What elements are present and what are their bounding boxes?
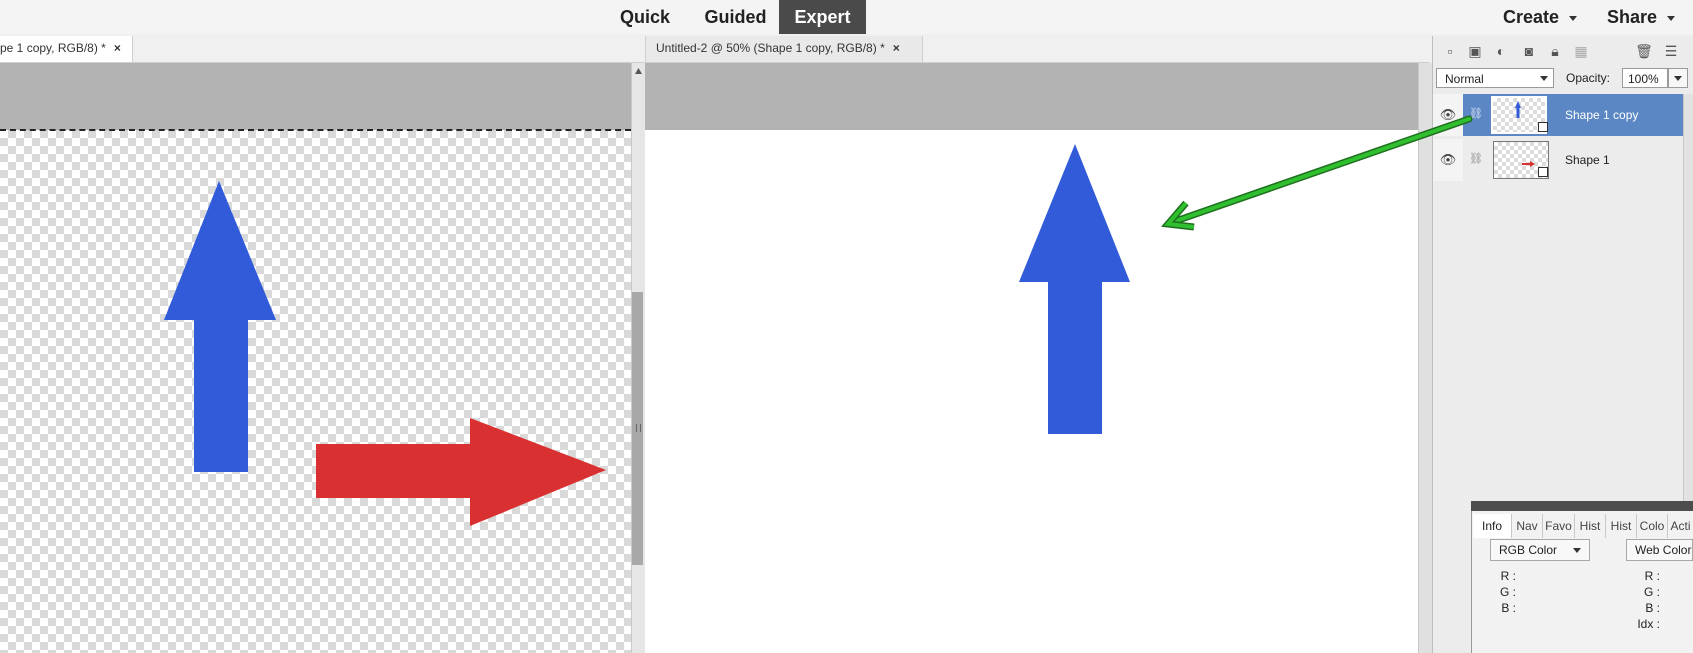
chevron-down-icon	[1540, 76, 1548, 81]
mode-guided-tab[interactable]: Guided	[693, 0, 778, 34]
close-icon[interactable]: ×	[893, 41, 900, 55]
document-tab-2[interactable]: Untitled-2 @ 50% (Shape 1 copy, RGB/8) *…	[645, 36, 923, 62]
share-menu[interactable]: Share	[1607, 0, 1676, 34]
tab-histogram[interactable]: Hist	[1575, 514, 1606, 538]
info-web-b-label: B :	[1645, 601, 1660, 615]
opacity-label: Opacity:	[1566, 71, 1611, 85]
chevron-down-icon	[1674, 76, 1682, 81]
blend-mode-select[interactable]: Normal	[1436, 68, 1554, 88]
split-grip-icon[interactable]	[636, 424, 641, 432]
tab-color[interactable]: Colo	[1637, 514, 1668, 538]
info-web-r-label: R :	[1644, 569, 1660, 583]
info-web-idx-label: Idx :	[1637, 617, 1660, 631]
new-group-icon[interactable]: ▣	[1466, 42, 1484, 60]
document-tab-2-title: Untitled-2 @ 50% (Shape 1 copy, RGB/8) *	[656, 41, 885, 55]
document-tab-1[interactable]: pe 1 copy, RGB/8) * ×	[0, 36, 133, 62]
chevron-down-icon	[1573, 548, 1581, 553]
document-tab-1-title: pe 1 copy, RGB/8) *	[0, 41, 106, 55]
create-label: Create	[1503, 7, 1560, 27]
layer-name[interactable]: Shape 1 copy	[1565, 94, 1638, 136]
info-panel-header[interactable]	[1471, 501, 1693, 511]
document-1-artwork	[164, 181, 606, 526]
chevron-down-icon	[1569, 15, 1578, 21]
layer-mask-icon[interactable]: ◙	[1520, 42, 1538, 60]
tab-info[interactable]: Info	[1473, 514, 1512, 538]
tab-favorites[interactable]: Favo	[1543, 514, 1575, 538]
info-b-label: B :	[1501, 601, 1516, 615]
info-g-label: G :	[1499, 585, 1516, 599]
red-right-arrow-shape	[316, 418, 606, 526]
lock-transparency-icon[interactable]: ▦	[1572, 42, 1590, 60]
info-web-g-label: G :	[1643, 585, 1660, 599]
adjustment-layer-icon[interactable]: ◐	[1492, 42, 1510, 60]
delete-layer-icon[interactable]: 🗑︎	[1635, 42, 1653, 60]
layer-name[interactable]: Shape 1	[1565, 139, 1610, 181]
shape-layer-badge-icon	[1538, 122, 1548, 132]
info-right-color-mode-select[interactable]: Web Color	[1626, 539, 1693, 561]
shape-layer-badge-icon	[1538, 167, 1548, 177]
lock-all-icon[interactable]: 🔒︎	[1546, 42, 1564, 60]
chevron-down-icon	[1667, 15, 1676, 21]
info-r-label: R :	[1500, 569, 1516, 583]
opacity-input[interactable]: 100%	[1622, 68, 1668, 88]
scroll-up-icon[interactable]	[634, 67, 643, 75]
tab-actions[interactable]: Acti	[1668, 514, 1693, 538]
share-label: Share	[1607, 7, 1658, 27]
tab-navigator[interactable]: Nav	[1512, 514, 1543, 538]
document-1-pasteboard	[0, 63, 631, 130]
annotation-arrow	[1161, 115, 1473, 231]
close-icon[interactable]: ×	[114, 41, 121, 55]
create-menu[interactable]: Create	[1503, 0, 1578, 34]
blue-up-arrow-shape	[164, 181, 276, 472]
mode-quick-tab[interactable]: Quick	[609, 0, 681, 34]
mode-expert-tab[interactable]: Expert	[779, 0, 866, 34]
blue-up-arrow-shape	[1019, 144, 1130, 434]
tab-history[interactable]: Hist	[1606, 514, 1637, 538]
new-layer-icon[interactable]: ▫	[1441, 42, 1459, 60]
panel-menu-icon[interactable]: ☰	[1662, 42, 1680, 60]
